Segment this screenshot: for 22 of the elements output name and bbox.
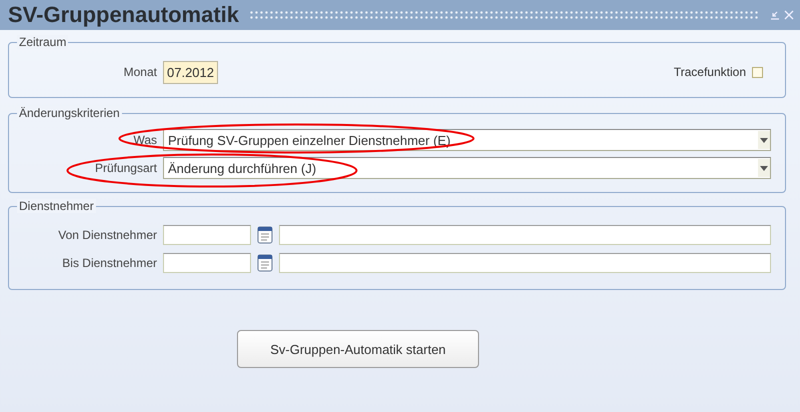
start-button[interactable]: Sv-Gruppen-Automatik starten (237, 330, 479, 368)
group-legend: Zeitraum (17, 35, 68, 49)
field-label: Prüfungsart (94, 161, 157, 175)
input-field[interactable] (163, 225, 251, 245)
input-field[interactable] (279, 225, 771, 245)
list-icon[interactable] (257, 226, 273, 244)
group-legend: Änderungskriterien (17, 106, 122, 120)
minimize-icon[interactable] (770, 10, 780, 20)
input-field[interactable] (163, 253, 251, 273)
dropdown-field[interactable]: Änderung durchführen (J) (163, 157, 771, 179)
field-label: Monat (122, 65, 157, 79)
close-icon[interactable] (784, 10, 794, 20)
input-field[interactable] (279, 253, 771, 273)
field-label: Von Dienstnehmer (57, 228, 157, 242)
window-title: SV-Gruppenautomatik (8, 2, 240, 28)
month-field[interactable]: 07.2012 (163, 60, 218, 84)
checkbox-label: Tracefunktion (674, 65, 746, 79)
field-label: Bis Dienstnehmer (61, 256, 157, 270)
field-label: Was (132, 133, 157, 147)
list-icon[interactable] (257, 254, 273, 272)
group-legend: Dienstnehmer (17, 199, 96, 213)
checkbox[interactable] (752, 66, 763, 78)
